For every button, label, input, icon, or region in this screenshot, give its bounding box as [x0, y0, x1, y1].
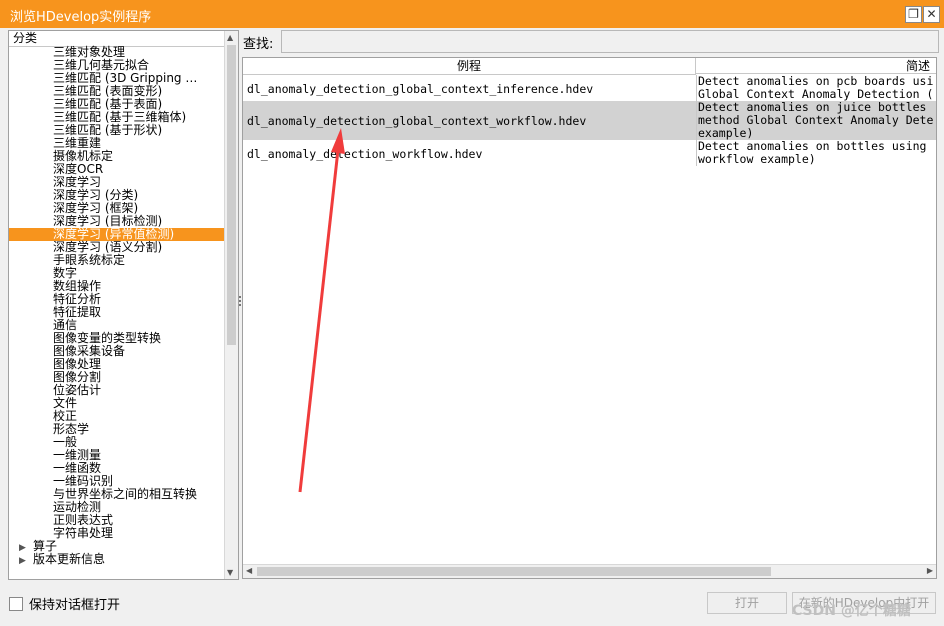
scroll-down-icon[interactable]: ▼ — [227, 568, 233, 577]
scrollbar-thumb[interactable] — [257, 567, 771, 576]
table-horizontal-scrollbar[interactable]: ◀ ▶ — [243, 564, 936, 578]
expand-arrow-icon[interactable]: ▶ — [19, 555, 33, 568]
scroll-left-icon[interactable]: ◀ — [246, 566, 252, 575]
tree-item[interactable]: 校正 — [9, 410, 225, 423]
watermark: CSDN @亿个糖糖 — [792, 603, 911, 619]
window-title: 浏览HDevelop实例程序 — [10, 10, 152, 25]
tree-item[interactable]: 图像采集设备 — [9, 345, 225, 358]
restore-icon[interactable]: ❐ — [905, 6, 922, 23]
search-label: 查找: — [243, 37, 274, 52]
tree-item[interactable]: 特征分析 — [9, 293, 225, 306]
checkbox-icon[interactable] — [9, 597, 23, 611]
column-header-description[interactable]: 简述 — [696, 58, 936, 74]
open-button[interactable]: 打开 — [707, 592, 787, 614]
scroll-up-icon[interactable]: ▲ — [227, 33, 233, 42]
column-divider — [696, 75, 697, 166]
tree-item[interactable]: 文件 — [9, 397, 225, 410]
scroll-right-icon[interactable]: ▶ — [927, 566, 933, 575]
tree-item[interactable]: 特征提取 — [9, 306, 225, 319]
keep-dialog-open-checkbox[interactable]: 保持对话框打开 — [9, 594, 120, 613]
description-line: Global Context Anomaly Detection ( — [698, 87, 934, 101]
example-name: dl_anomaly_detection_global_context_infe… — [247, 82, 594, 96]
column-header-example[interactable]: 例程 — [243, 58, 696, 75]
tree-root-label: 算子 — [33, 539, 58, 553]
tree-item[interactable]: 三维匹配 (基于形状) — [9, 124, 225, 137]
tree-item[interactable]: 摄像机标定 — [9, 150, 225, 163]
category-tree[interactable]: 分类 三维对象处理 三维几何基元拟合 三维匹配 (3D Gripping … 三维匹配… — [8, 30, 239, 580]
description-line: example) — [698, 126, 754, 140]
tree-item[interactable]: 一维函数 — [9, 462, 225, 475]
tree-item[interactable]: 数组操作 — [9, 280, 225, 293]
tree-item[interactable]: 一维测量 — [9, 449, 225, 462]
table-row[interactable]: dl_anomaly_detection_workflow.hdev Detec… — [243, 140, 936, 166]
tree-vertical-scrollbar[interactable]: ▲ ▼ — [224, 31, 238, 579]
tree-item[interactable]: 图像分割 — [9, 371, 225, 384]
tree-root-item[interactable]: ▶ 版本更新信息 — [9, 552, 225, 568]
tree-item[interactable]: 图像处理 — [9, 358, 225, 371]
table-row-selected[interactable]: dl_anomaly_detection_global_context_work… — [243, 101, 936, 140]
tree-item[interactable]: 数字 — [9, 267, 225, 280]
tree-item[interactable]: 运动检测 — [9, 501, 225, 514]
tree-item[interactable]: 位姿估计 — [9, 384, 225, 397]
tree-item[interactable]: 手眼系统标定 — [9, 254, 225, 267]
tree-item[interactable]: 与世界坐标之间的相互转换 — [9, 488, 225, 501]
search-input[interactable] — [281, 30, 939, 53]
description-line: workflow example) — [698, 152, 816, 166]
scrollbar-thumb[interactable] — [227, 45, 236, 345]
example-name: dl_anomaly_detection_global_context_work… — [247, 114, 587, 128]
tree-root-label: 版本更新信息 — [33, 552, 106, 566]
table-row[interactable]: dl_anomaly_detection_global_context_infe… — [243, 75, 936, 101]
example-table: 例程 简述 dl_anomaly_detection_global_contex… — [242, 57, 937, 579]
tree-item[interactable]: 深度OCR — [9, 163, 225, 176]
tree-item[interactable]: 形态学 — [9, 423, 225, 436]
keep-dialog-open-label: 保持对话框打开 — [29, 598, 121, 613]
tree-list: 三维对象处理 三维几何基元拟合 三维匹配 (3D Gripping … 三维匹配 (表… — [9, 46, 225, 566]
tree-item[interactable]: 正则表达式 — [9, 514, 225, 527]
title-bar: 浏览HDevelop实例程序 ❐ ✕ — [0, 0, 944, 28]
tree-item[interactable]: 三维重建 — [9, 137, 225, 150]
example-name: dl_anomaly_detection_workflow.hdev — [247, 147, 483, 161]
close-icon[interactable]: ✕ — [923, 6, 940, 23]
tree-item[interactable]: 一般 — [9, 436, 225, 449]
